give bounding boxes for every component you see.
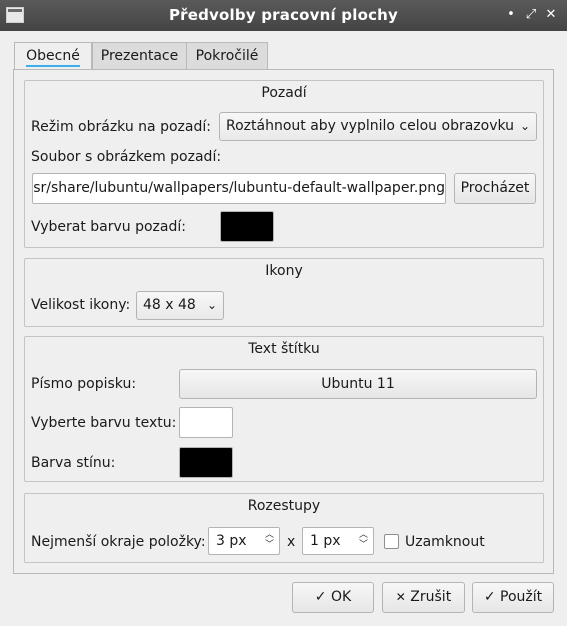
ok-button[interactable]: ✓ OK (292, 582, 374, 613)
background-group: Pozadí Režim obrázku na pozadí: Roztáhno… (24, 80, 544, 248)
spin-arrows-icon: ︿ ﹀ (358, 530, 368, 550)
chevron-down-icon: ⌄ (206, 298, 217, 312)
background-color-button[interactable] (220, 211, 274, 242)
margin-label: Nejmenší okraje položky: (31, 534, 206, 550)
chevron-down-icon: ⌄ (519, 119, 530, 133)
cancel-button[interactable]: ✕ Zrušit (382, 582, 465, 613)
lock-label: Uzamknout (405, 534, 485, 550)
margin-x-spinbox[interactable]: 3 px ︿ ﹀ (208, 527, 280, 555)
spacing-group-title: Rozestupy (247, 498, 321, 514)
close-icon: ✕ (545, 7, 557, 22)
tab-general[interactable]: Obecné (14, 42, 92, 71)
label-text-group: Text štítku Písmo popisku: Ubuntu 11 Vyb… (24, 336, 544, 482)
tab-page-general: Pozadí Režim obrázku na pozadí: Roztáhno… (13, 69, 554, 574)
window-title: Předvolby pracovní plochy (168, 6, 399, 24)
preferences-window: Předvolby pracovní plochy • ⤢ ✕ Obecné P… (0, 0, 567, 626)
wallpaper-file-input[interactable]: /usr/share/lubuntu/wallpapers/lubuntu-de… (32, 173, 446, 204)
checkmark-icon: ✓ (314, 589, 327, 605)
icons-group-title: Ikony (265, 263, 303, 279)
background-group-title: Pozadí (261, 85, 307, 101)
font-button[interactable]: Ubuntu 11 (179, 369, 537, 399)
label-text-group-title: Text štítku (248, 341, 320, 357)
background-color-label: Vyberat barvu pozadí: (31, 219, 186, 235)
text-color-button[interactable] (179, 407, 233, 438)
shadow-color-button[interactable] (179, 447, 233, 478)
checkmark-icon: ✓ (483, 589, 496, 605)
maximize-button[interactable]: ⤢ (523, 6, 539, 24)
icon-size-select[interactable]: 48 x 48 ⌄ (136, 291, 224, 320)
icon-size-label: Velikost ikony: (31, 297, 131, 313)
close-button[interactable]: ✕ (543, 6, 559, 24)
minimize-icon: • (507, 7, 515, 22)
text-color-label: Vyberte barvu textu: (31, 415, 177, 431)
tab-advanced[interactable]: Pokročilé (186, 42, 268, 70)
wallpaper-mode-label: Režim obrázku na pozadí: (31, 119, 211, 135)
shadow-color-label: Barva stínu: (31, 455, 116, 471)
minimize-button[interactable]: • (503, 6, 519, 24)
tab-presentation[interactable]: Prezentace (92, 42, 187, 70)
apply-button[interactable]: ✓ Použít (472, 582, 554, 613)
icons-group: Ikony Velikost ikony: 48 x 48 ⌄ (24, 258, 544, 327)
cross-icon: ✕ (395, 590, 406, 604)
margin-y-spinbox[interactable]: 1 px ︿ ﹀ (302, 527, 374, 555)
browse-button[interactable]: Procházet (454, 173, 536, 204)
font-label: Písmo popisku: (31, 376, 137, 392)
wallpaper-mode-select[interactable]: Roztáhnout aby vyplnilo celou obrazovku ⌄ (219, 112, 537, 141)
spin-arrows-icon: ︿ ﹀ (264, 530, 274, 550)
spacing-group: Rozestupy Nejmenší okraje položky: 3 px … (24, 493, 544, 563)
titlebar[interactable]: Předvolby pracovní plochy • ⤢ ✕ (0, 0, 567, 31)
wallpaper-file-label: Soubor s obrázkem pozadí: (31, 149, 222, 165)
maximize-icon: ⤢ (525, 7, 537, 22)
lock-checkbox[interactable] (384, 534, 399, 549)
times-sign: x (287, 534, 296, 550)
